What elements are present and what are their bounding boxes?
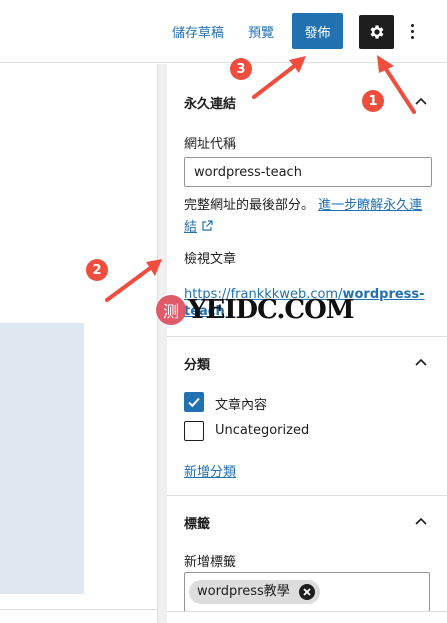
chevron-up-icon	[415, 517, 427, 525]
categories-panel-header[interactable]: 分類	[167, 354, 447, 374]
chevron-up-icon	[415, 97, 427, 105]
category-checkbox[interactable]	[184, 392, 204, 412]
tag-chip-label: wordpress教學	[197, 584, 290, 599]
chevron-up-icon	[415, 358, 427, 366]
annotation-badge-1: 1	[362, 90, 384, 112]
category-label: 文章內容	[215, 398, 268, 413]
vertical-ellipsis-icon	[410, 23, 414, 27]
permalink-help: 完整網址的最後部分。 進一步瞭解永久連結	[184, 195, 424, 239]
remove-tag-icon[interactable]	[298, 584, 315, 600]
tag-chip: wordpress教學	[189, 580, 320, 604]
tag-input[interactable]: wordpress教學	[184, 572, 430, 612]
settings-button[interactable]	[359, 15, 394, 49]
slug-input[interactable]	[184, 157, 432, 187]
tags-panel-title: 標籤	[184, 517, 211, 532]
more-options-button[interactable]	[404, 18, 420, 44]
checkmark-icon	[188, 397, 200, 408]
add-category-link[interactable]: 新增分類	[184, 461, 236, 480]
annotation-badge-2: 2	[86, 259, 108, 281]
permalink-panel-header[interactable]: 永久連結	[167, 93, 447, 113]
sidebar-bottom-divider	[167, 611, 447, 612]
sidebar-scrollbar[interactable]	[157, 64, 167, 623]
settings-sidebar: 永久連結 網址代稱 完整網址的最後部分。 進一步瞭解永久連結 檢視文章 http…	[167, 64, 447, 623]
editor-divider	[0, 609, 157, 610]
permalink-panel-title: 永久連結	[184, 97, 237, 112]
preview-button[interactable]: 預覽	[248, 22, 274, 41]
category-checkbox[interactable]	[184, 421, 204, 441]
tags-panel-header[interactable]: 標籤	[167, 513, 447, 533]
external-link-icon	[202, 220, 213, 231]
content-block[interactable]	[0, 323, 84, 594]
permalink-help-text: 完整網址的最後部分。	[184, 198, 315, 213]
editor-screen: 儲存草稿 預覽 發佈 永久連結 網址代稱 完整網址的最後部分。	[0, 0, 447, 623]
publish-button[interactable]: 發佈	[292, 13, 343, 49]
annotation-badge-3: 3	[230, 58, 252, 80]
slug-label: 網址代稱	[184, 137, 237, 152]
panel-divider	[167, 495, 447, 496]
watermark-text: YEIDC.COM	[188, 295, 354, 325]
category-label: Uncategorized	[215, 423, 310, 438]
gear-icon	[370, 25, 383, 39]
view-post-label: 檢視文章	[184, 252, 237, 267]
watermark: 测 YEIDC.COM	[156, 292, 354, 328]
categories-panel-title: 分類	[184, 358, 211, 373]
top-toolbar: 儲存草稿 預覽 發佈	[0, 0, 447, 63]
panel-divider	[167, 336, 447, 337]
save-draft-button[interactable]: 儲存草稿	[172, 22, 224, 41]
add-tag-label: 新增標籤	[184, 555, 237, 570]
watermark-seal: 测	[156, 295, 186, 325]
